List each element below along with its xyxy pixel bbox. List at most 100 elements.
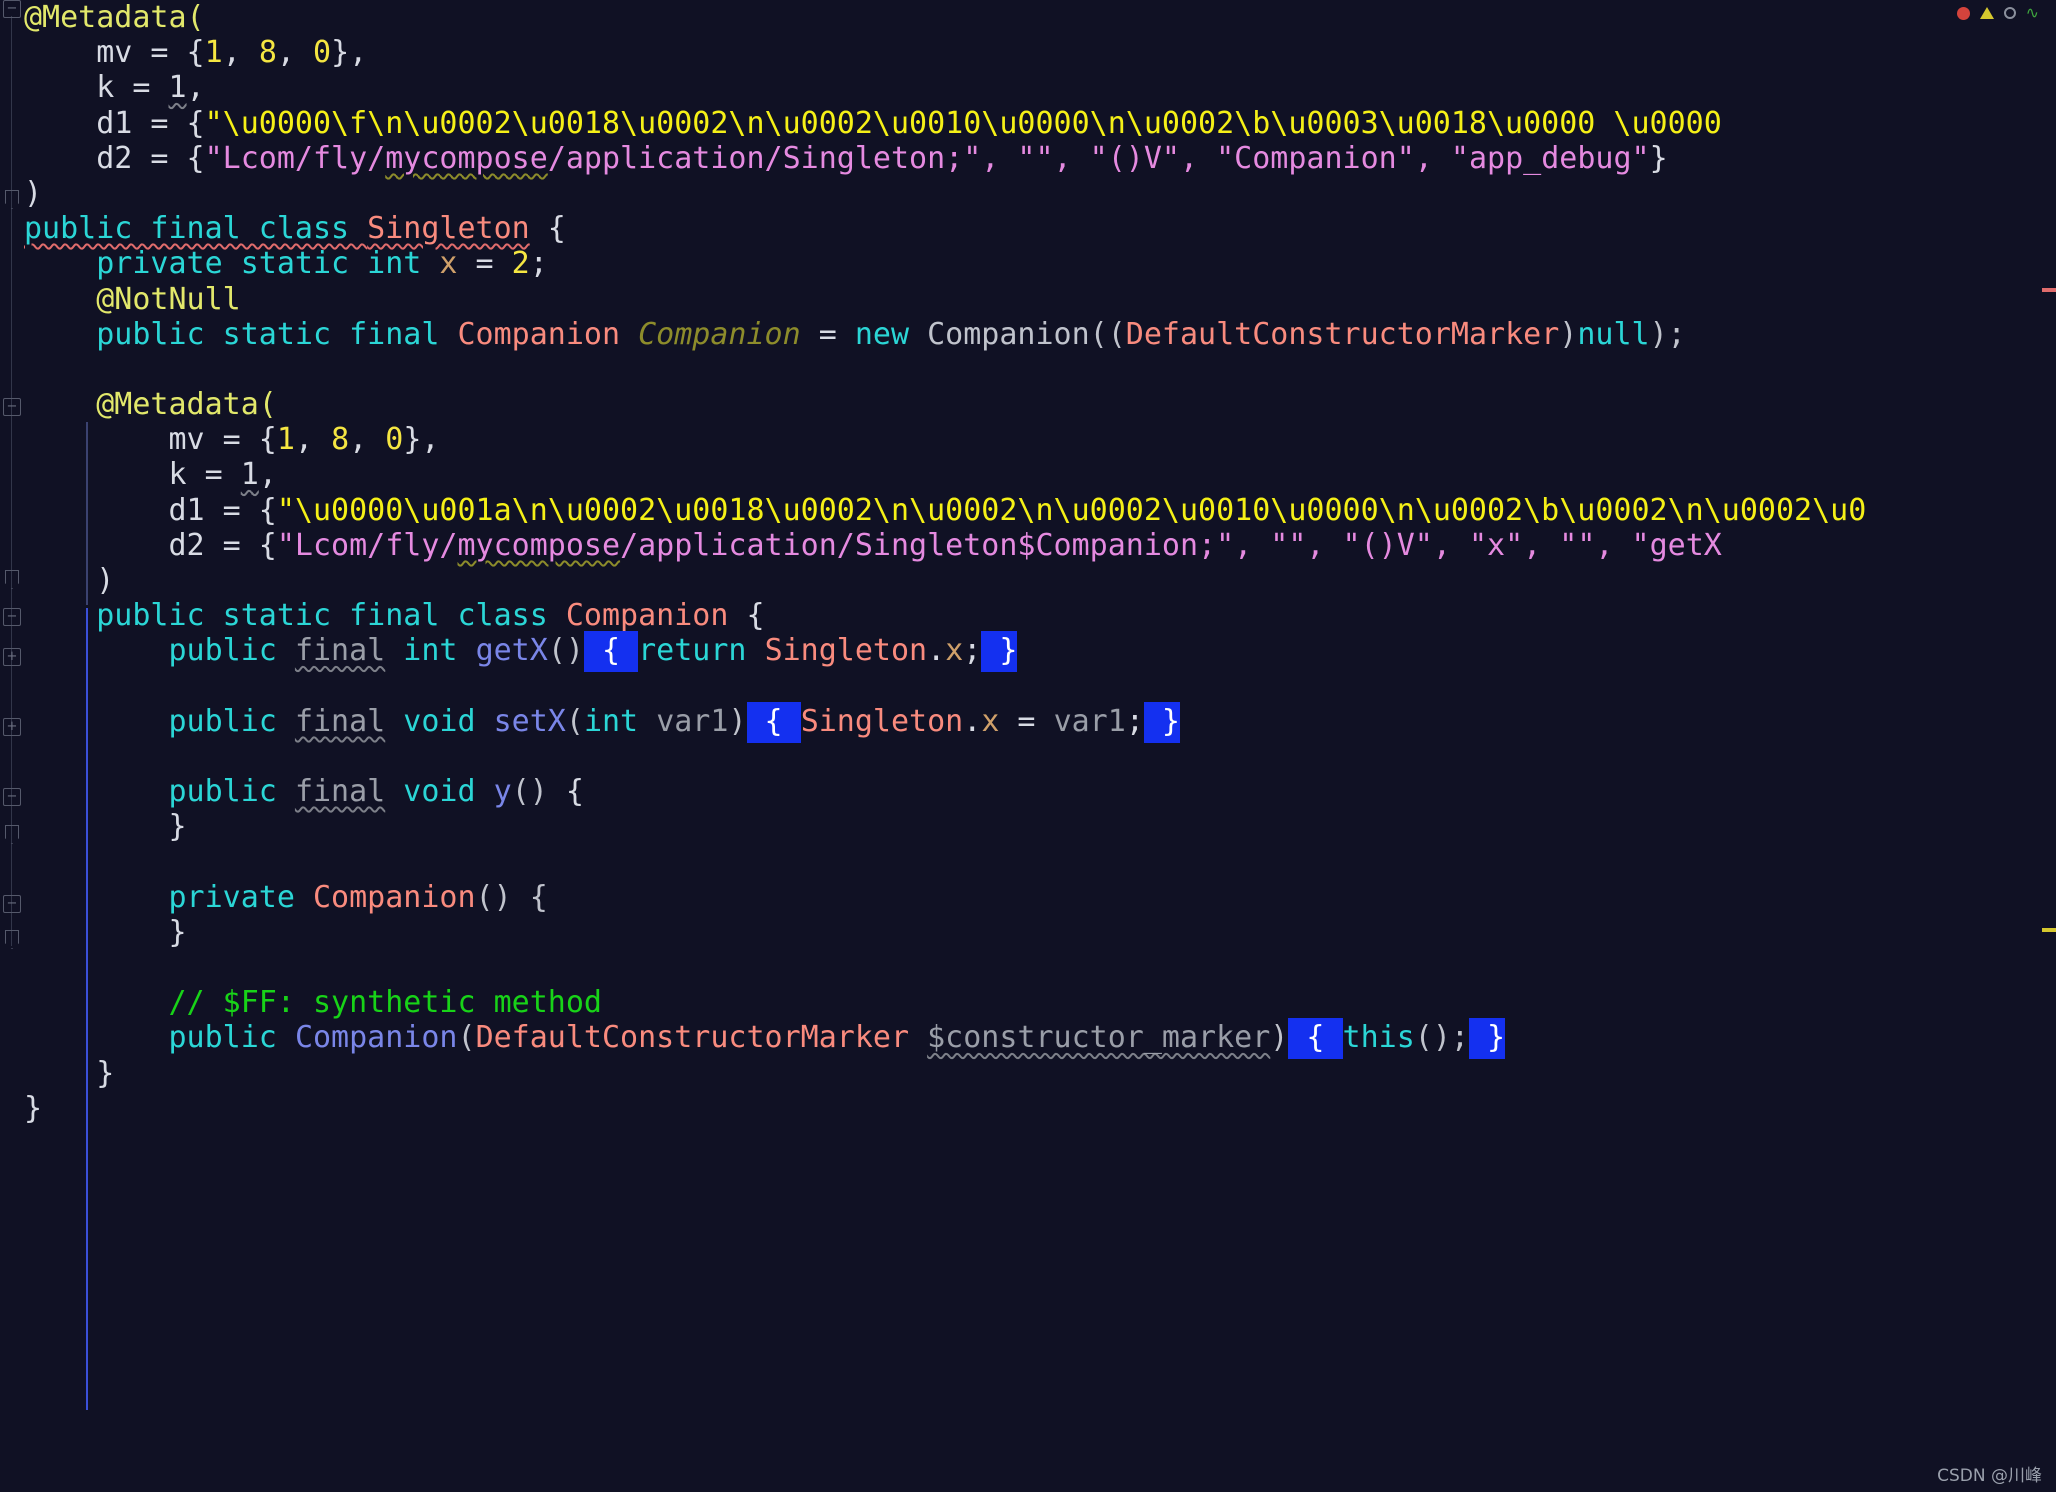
inspection-status-widget[interactable]: ∿ [1956, 0, 2042, 26]
line-getx[interactable]: public final int getX() { return Singlet… [24, 631, 2056, 673]
line-class-companion[interactable]: public static final class Companion { [24, 598, 2056, 633]
line-mv-2-token-3: 8 [331, 422, 350, 458]
fold-collapse-icon[interactable]: − [3, 608, 21, 626]
line-companion-field-token-5: new [854, 316, 910, 352]
code-text-area[interactable]: @Metadata( mv = {1, 8, 0}, k = 1, d1 = {… [24, 0, 2056, 1492]
fold-collapse-icon[interactable]: − [3, 398, 21, 416]
editor-gutter[interactable]: − − − + + − − [0, 0, 24, 1492]
line-notnull[interactable]: @NotNull [24, 282, 2056, 317]
error-count-item[interactable] [1956, 6, 1973, 20]
line-y-method-token-5: { [547, 774, 584, 810]
line-y-method[interactable]: public final void y() { [24, 774, 2056, 809]
line-setx-token-10: Singleton [800, 703, 964, 739]
line-mv-2-token-5: 0 [385, 422, 404, 458]
line-y-method-token-0: public [24, 774, 295, 810]
line-private-ctor-close[interactable]: } [24, 915, 2056, 950]
line-private-ctor[interactable]: private Companion() { [24, 880, 2056, 915]
warning-count-item[interactable] [1979, 7, 1997, 19]
fold-end-icon[interactable] [3, 190, 21, 208]
line-synthetic-ctor-token-9: (); [1414, 1020, 1469, 1056]
fold-expand-icon[interactable]: + [3, 648, 21, 666]
line-metadata-close-1[interactable]: ) [24, 176, 2056, 211]
line-d2-1-token-4: } [1649, 140, 1668, 176]
line-metadata-close-1-token-0: ) [24, 175, 43, 211]
line-setx-token-14: var1 [1053, 703, 1126, 739]
code-editor[interactable]: − − − + + − − @Metadata( mv = {1, 8, 0}, k = 1… [0, 0, 2056, 1492]
line-companion-field-token-8: ) [1559, 316, 1578, 352]
line-mv-1[interactable]: mv = {1, 8, 0}, [24, 35, 2056, 70]
inspection-ok-item[interactable]: ∿ [2025, 3, 2042, 22]
line-metadata-close-2-token-0: ) [24, 563, 115, 598]
line-synthetic-ctor-token-3: DefaultConstructorMarker [475, 1020, 910, 1056]
line-class-singleton-token-2: { [529, 211, 566, 247]
line-mv-2-token-0: mv = { [24, 422, 277, 458]
fold-expand-icon[interactable]: + [3, 718, 21, 736]
line-setx-token-12: x [981, 703, 1000, 739]
line-metadata-open-2-token-0: @Metadata( [24, 387, 277, 423]
line-getx-token-2: int [385, 633, 476, 669]
line-field-x[interactable]: private static int x = 2; [24, 246, 2056, 281]
line-mv-1-token-6: }, [331, 35, 368, 71]
line-metadata-close-2[interactable]: ) [24, 563, 2056, 598]
line-class-singleton[interactable]: public final class Singleton { [24, 211, 2056, 246]
line-d1-2[interactable]: d1 = {"\u0000\u001a\n\u0002\u0018\u0002\… [24, 493, 2056, 528]
line-companion-field-token-6: Companion(( [909, 316, 1126, 352]
line-getx-token-8: Singleton [764, 633, 928, 669]
fold-collapse-icon[interactable]: − [3, 895, 21, 913]
line-metadata-open-1[interactable]: @Metadata( [24, 0, 2056, 35]
line-singleton-class-close-token-0: } [24, 1090, 43, 1126]
line-d2-2[interactable]: d2 = {"Lcom/fly/mycompose/application/Si… [24, 528, 2056, 563]
fold-end-icon[interactable] [3, 570, 21, 588]
line-private-ctor-close-token-0: } [24, 914, 187, 950]
line-d1-1[interactable]: d1 = {"\u0000\f\n\u0002\u0018\u0002\n\u0… [24, 106, 2056, 141]
line-blank-2[interactable] [24, 669, 2056, 704]
error-stripe-scrollbar[interactable] [2042, 0, 2056, 1492]
line-k-2-token-0: k = [24, 457, 241, 493]
line-k-1[interactable]: k = 1, [24, 70, 2056, 105]
line-field-x-token-0: private static int [24, 246, 440, 282]
line-synthetic-ctor-token-0: public [24, 1020, 295, 1056]
line-mv-2-token-6: }, [403, 422, 440, 458]
line-companion-class-close[interactable]: } [24, 1056, 2056, 1091]
weak-warning-count-item[interactable] [2003, 7, 2019, 19]
error-stripe-mark-0[interactable] [2042, 288, 2056, 292]
line-synthetic-ctor-token-5: $constructor_marker [927, 1020, 1271, 1056]
line-setx[interactable]: public final void setX(int var1) { Singl… [24, 701, 2056, 743]
line-metadata-open-2[interactable]: @Metadata( [24, 387, 2056, 422]
line-k-2-token-2: , [258, 457, 277, 493]
line-blank-5[interactable] [24, 950, 2056, 985]
line-blank-4[interactable] [24, 845, 2056, 880]
line-synthetic-ctor[interactable]: public Companion(DefaultConstructorMarke… [24, 1018, 2056, 1060]
line-companion-class-close-token-0: } [24, 1055, 115, 1091]
line-y-close-token-0: } [24, 809, 187, 845]
line-mv-2[interactable]: mv = {1, 8, 0}, [24, 422, 2056, 457]
fold-collapse-icon[interactable]: − [3, 788, 21, 806]
line-blank-3[interactable] [24, 739, 2056, 774]
error-stripe-mark-1[interactable] [2042, 928, 2056, 932]
line-d1-2-token-1: "\u0000\u001a\n\u0002\u0018\u0002\n\u000… [276, 492, 1867, 528]
gutter-fold-rail [11, 16, 12, 946]
line-synthetic-ctor-token-2: ( [457, 1020, 476, 1056]
line-mv-1-token-3: 8 [258, 35, 277, 71]
line-d2-1[interactable]: d2 = {"Lcom/fly/mycompose/application/Si… [24, 141, 2056, 176]
line-k-2[interactable]: k = 1, [24, 457, 2056, 492]
line-private-ctor-token-1: Companion [312, 879, 476, 915]
line-y-close[interactable]: } [24, 809, 2056, 844]
error-dot-icon [1956, 6, 1970, 20]
line-blank-1[interactable] [24, 352, 2056, 387]
code-block-guide-1 [86, 608, 88, 1070]
inspection-ok-icon: ∿ [2025, 3, 2039, 22]
line-companion-field-token-4: = [800, 316, 855, 352]
line-singleton-class-close[interactable]: } [24, 1091, 2056, 1126]
fold-collapse-icon[interactable]: − [3, 0, 21, 18]
line-getx-token-5: { [583, 631, 639, 673]
line-mv-1-token-0: mv = { [24, 35, 205, 71]
fold-end-icon[interactable] [3, 930, 21, 948]
line-y-method-token-3: y [493, 774, 512, 810]
weak-warning-circle-icon [2003, 7, 2016, 19]
line-comment-synthetic[interactable]: // $FF: synthetic method [24, 985, 2056, 1020]
line-d2-2-token-1: "Lcom/fly/ [276, 527, 458, 563]
line-setx-token-16: } [1143, 701, 1180, 743]
fold-end-icon[interactable] [3, 825, 21, 843]
line-companion-field[interactable]: public static final Companion Companion … [24, 317, 2056, 352]
